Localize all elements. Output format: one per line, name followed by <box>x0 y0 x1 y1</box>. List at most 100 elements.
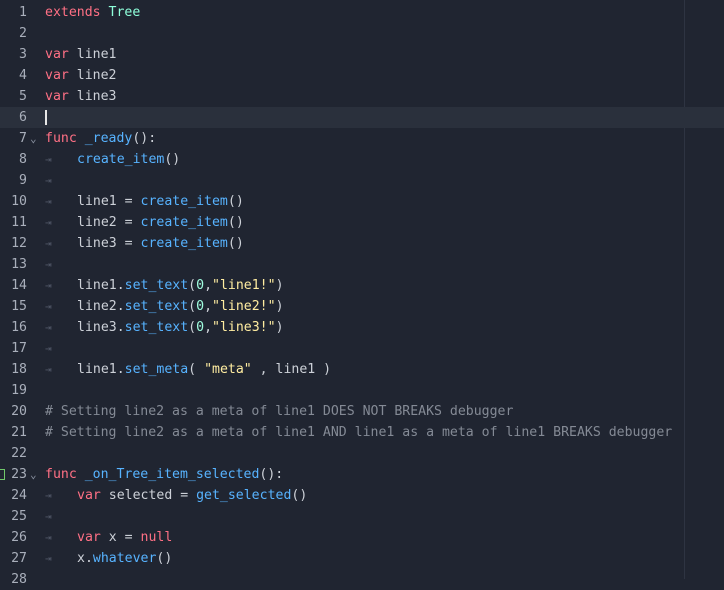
tab-indent-icon: ⇥ <box>45 552 52 565</box>
line-gutter[interactable]: 21 <box>0 422 40 443</box>
code-line[interactable]: 1 extends Tree <box>0 2 724 23</box>
code-line[interactable]: 28 <box>0 569 724 590</box>
line-gutter[interactable]: 24 <box>0 485 40 506</box>
line-gutter[interactable]: 23 ⌄ <box>0 464 40 485</box>
line-gutter[interactable]: 26 <box>0 527 40 548</box>
connected-signal-marker[interactable] <box>0 469 5 480</box>
line-number: 21 <box>11 425 27 440</box>
code-token: (): <box>132 131 157 146</box>
code-line[interactable]: 4 var line2 <box>0 65 724 86</box>
line-gutter[interactable]: 5 <box>0 86 40 107</box>
line-number: 1 <box>19 5 27 20</box>
code-line[interactable]: 7 ⌄ func _ready(): <box>0 128 724 149</box>
code-line[interactable]: 25 ⇥ <box>0 506 724 527</box>
line-gutter[interactable]: 8 <box>0 149 40 170</box>
line-gutter[interactable]: 27 <box>0 548 40 569</box>
code-token: , <box>204 278 213 293</box>
line-gutter[interactable]: 18 <box>0 359 40 380</box>
code-text: ⇥ var x = null <box>45 527 172 548</box>
code-token: extends <box>45 5 101 20</box>
code-line[interactable]: 10 ⇥ line1 = create_item() <box>0 191 724 212</box>
code-token: var <box>77 488 101 503</box>
line-gutter[interactable]: 25 <box>0 506 40 527</box>
fold-chevron-icon[interactable]: ⌄ <box>30 464 37 485</box>
code-text: var line2 <box>45 65 116 86</box>
line-number: 14 <box>11 278 27 293</box>
tab-indent-icon: ⇥ <box>45 153 52 166</box>
code-token: line1 <box>68 47 117 62</box>
line-gutter[interactable]: 13 <box>0 254 40 275</box>
code-token: ( <box>188 362 205 377</box>
code-line[interactable]: 26 ⇥ var x = null <box>0 527 724 548</box>
code-token: line3 = <box>77 236 141 251</box>
code-line[interactable]: 8 ⇥ create_item() <box>0 149 724 170</box>
code-line[interactable]: 21 # Setting line2 as a meta of line1 AND… <box>0 422 724 443</box>
code-line[interactable]: 9 ⇥ <box>0 170 724 191</box>
code-token: create_item <box>140 194 228 209</box>
fold-chevron-icon[interactable]: ⌄ <box>30 128 37 149</box>
code-line[interactable]: 19 <box>0 380 724 401</box>
line-gutter[interactable]: 4 <box>0 65 40 86</box>
line-gutter[interactable]: 9 <box>0 170 40 191</box>
code-token: line2. <box>77 299 125 314</box>
line-number: 23 <box>11 467 27 482</box>
code-line[interactable]: 27 ⇥ x.whatever() <box>0 548 724 569</box>
code-line[interactable]: 13 ⇥ <box>0 254 724 275</box>
code-token: "meta" <box>204 362 252 377</box>
line-gutter[interactable]: 12 <box>0 233 40 254</box>
code-line[interactable]: 6 <box>0 107 724 128</box>
line-gutter[interactable]: 7 ⌄ <box>0 128 40 149</box>
code-line[interactable]: 12 ⇥ line3 = create_item() <box>0 233 724 254</box>
line-gutter[interactable]: 15 <box>0 296 40 317</box>
line-gutter[interactable]: 2 <box>0 23 40 44</box>
code-token: set_text <box>124 278 189 293</box>
tab-indent-icon: ⇥ <box>45 489 52 502</box>
line-gutter[interactable]: 10 <box>0 191 40 212</box>
line-gutter[interactable]: 20 <box>0 401 40 422</box>
code-line[interactable]: 3 var line1 <box>0 44 724 65</box>
code-token: 0 <box>196 299 205 314</box>
line-gutter[interactable]: 14 <box>0 275 40 296</box>
code-line[interactable]: 16 ⇥ line3.set_text(0,"line3!") <box>0 317 724 338</box>
code-token: x = <box>100 530 141 545</box>
tab-indent-icon: ⇥ <box>45 363 52 376</box>
line-gutter[interactable]: 28 <box>0 569 40 590</box>
code-token: set_meta <box>124 362 189 377</box>
code-line[interactable]: 15 ⇥ line2.set_text(0,"line2!") <box>0 296 724 317</box>
code-line[interactable]: 11 ⇥ line2 = create_item() <box>0 212 724 233</box>
code-text: ⇥ x.whatever() <box>45 548 172 569</box>
line-gutter[interactable]: 6 <box>0 107 40 128</box>
line-number: 24 <box>11 488 27 503</box>
code-text: ⇥ line1.set_meta( "meta" , line1 ) <box>45 359 331 380</box>
code-line[interactable]: 24 ⇥ var selected = get_selected() <box>0 485 724 506</box>
code-line[interactable]: 14 ⇥ line1.set_text(0,"line1!") <box>0 275 724 296</box>
line-number: 26 <box>11 530 27 545</box>
code-line[interactable]: 20 # Setting line2 as a meta of line1 DOE… <box>0 401 724 422</box>
code-line[interactable]: 5 var line3 <box>0 86 724 107</box>
line-gutter[interactable]: 1 <box>0 2 40 23</box>
code-token: var <box>77 530 101 545</box>
line-number: 22 <box>11 446 27 461</box>
line-number: 9 <box>19 173 27 188</box>
code-text: ⇥ var selected = get_selected() <box>45 485 307 506</box>
line-gutter[interactable]: 22 <box>0 443 40 464</box>
tab-indent-icon: ⇥ <box>45 174 52 187</box>
code-line[interactable]: 18 ⇥ line1.set_meta( "meta" , line1 ) <box>0 359 724 380</box>
code-text: ⇥ line2.set_text(0,"line2!") <box>45 296 284 317</box>
line-gutter[interactable]: 3 <box>0 44 40 65</box>
code-text: ⇥ line3 = create_item() <box>45 233 244 254</box>
code-token: line2 <box>68 68 117 83</box>
line-gutter[interactable]: 19 <box>0 380 40 401</box>
code-text: func _ready(): <box>45 128 156 149</box>
line-gutter[interactable]: 16 <box>0 317 40 338</box>
code-line[interactable]: 22 <box>0 443 724 464</box>
code-line[interactable]: 2 <box>0 23 724 44</box>
code-line[interactable]: 23 ⌄ func _on_Tree_item_selected(): <box>0 464 724 485</box>
code-line[interactable]: 17 ⇥ <box>0 338 724 359</box>
line-gutter[interactable]: 11 <box>0 212 40 233</box>
line-gutter[interactable]: 17 <box>0 338 40 359</box>
code-editor[interactable]: 1 extends Tree 2 3 var line1 4 var line2 5 var l… <box>0 0 724 587</box>
code-text: ⇥ line1.set_text(0,"line1!") <box>45 275 284 296</box>
